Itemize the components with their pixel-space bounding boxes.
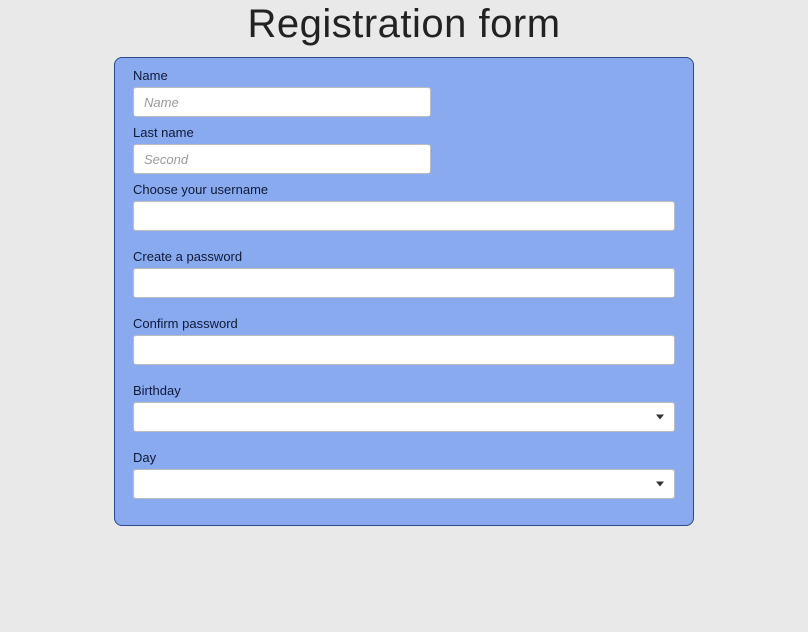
password-input[interactable] bbox=[133, 268, 675, 298]
lastname-input[interactable] bbox=[133, 144, 431, 174]
username-label: Choose your username bbox=[133, 182, 675, 197]
name-label: Name bbox=[133, 68, 675, 83]
name-field: Name bbox=[133, 68, 675, 117]
birthday-select[interactable] bbox=[133, 402, 675, 432]
username-field: Choose your username bbox=[133, 182, 675, 231]
day-label: Day bbox=[133, 450, 675, 465]
registration-form: Name Last name Choose your username Crea… bbox=[114, 57, 694, 526]
page-title: Registration form bbox=[0, 0, 808, 57]
password-field: Create a password bbox=[133, 249, 675, 298]
password-label: Create a password bbox=[133, 249, 675, 264]
chevron-down-icon bbox=[656, 415, 664, 420]
name-input[interactable] bbox=[133, 87, 431, 117]
confirm-field: Confirm password bbox=[133, 316, 675, 365]
confirm-input[interactable] bbox=[133, 335, 675, 365]
day-select[interactable] bbox=[133, 469, 675, 499]
lastname-label: Last name bbox=[133, 125, 675, 140]
birthday-label: Birthday bbox=[133, 383, 675, 398]
confirm-label: Confirm password bbox=[133, 316, 675, 331]
day-field: Day bbox=[133, 450, 675, 499]
username-input[interactable] bbox=[133, 201, 675, 231]
birthday-field: Birthday bbox=[133, 383, 675, 432]
lastname-field: Last name bbox=[133, 125, 675, 174]
chevron-down-icon bbox=[656, 482, 664, 487]
